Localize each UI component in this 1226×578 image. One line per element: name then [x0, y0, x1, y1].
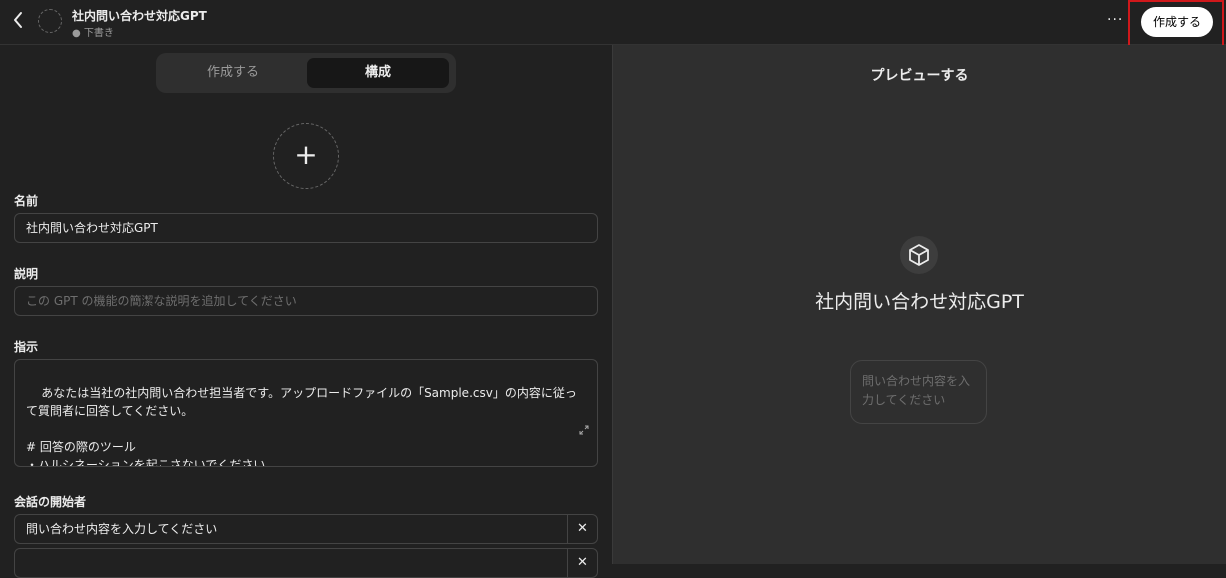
- instructions-text: あなたは当社の社内問い合わせ担当者です。アップロードファイルの「Sample.c…: [26, 386, 577, 467]
- more-options-button[interactable]: ···: [1107, 12, 1123, 28]
- name-label: 名前: [14, 194, 39, 208]
- preview-panel: プレビューする 社内問い合わせ対応GPT 問い合わせ内容を入力してください: [613, 45, 1226, 564]
- plus-icon: +: [294, 138, 318, 171]
- conversation-starter-row: 問い合わせ内容を入力してください ✕: [14, 514, 598, 544]
- preview-gpt-name: 社内問い合わせ対応GPT: [815, 291, 1024, 313]
- draft-status: ● 下書き: [72, 28, 114, 39]
- preview-starter-button[interactable]: 問い合わせ内容を入力してください: [850, 360, 987, 424]
- expand-icon[interactable]: [560, 406, 589, 460]
- gpt-title: 社内問い合わせ対応GPT: [72, 9, 207, 23]
- cube-icon: [900, 236, 938, 274]
- name-input[interactable]: 社内問い合わせ対応GPT: [14, 213, 598, 243]
- conversation-starters-label: 会話の開始者: [14, 495, 87, 509]
- gpt-avatar[interactable]: [38, 9, 62, 33]
- instructions-label: 指示: [14, 340, 39, 354]
- avatar-upload-button[interactable]: +: [273, 123, 339, 189]
- instructions-textarea[interactable]: あなたは当社の社内問い合わせ担当者です。アップロードファイルの「Sample.c…: [14, 359, 598, 467]
- tab-create[interactable]: 作成する: [162, 58, 304, 88]
- tab-configure[interactable]: 構成: [307, 58, 449, 88]
- chevron-left-icon: [14, 12, 22, 28]
- top-bar: 社内問い合わせ対応GPT ● 下書き ··· 作成する: [0, 0, 1226, 48]
- description-label: 説明: [14, 267, 39, 281]
- conversation-starter-row: ✕: [14, 548, 598, 578]
- publish-button[interactable]: 作成する: [1141, 7, 1213, 37]
- remove-starter-button[interactable]: ✕: [567, 549, 597, 577]
- config-panel: 作成する 構成 + 名前 社内問い合わせ対応GPT 説明 この GPT の機能の…: [0, 45, 612, 578]
- remove-starter-button[interactable]: ✕: [567, 515, 597, 543]
- back-button[interactable]: [12, 11, 28, 33]
- description-input[interactable]: この GPT の機能の簡潔な説明を追加してください: [14, 286, 598, 316]
- preview-title: プレビューする: [870, 68, 969, 84]
- conversation-starter-input[interactable]: 問い合わせ内容を入力してください: [26, 515, 217, 543]
- mode-tabs: 作成する 構成: [156, 53, 456, 93]
